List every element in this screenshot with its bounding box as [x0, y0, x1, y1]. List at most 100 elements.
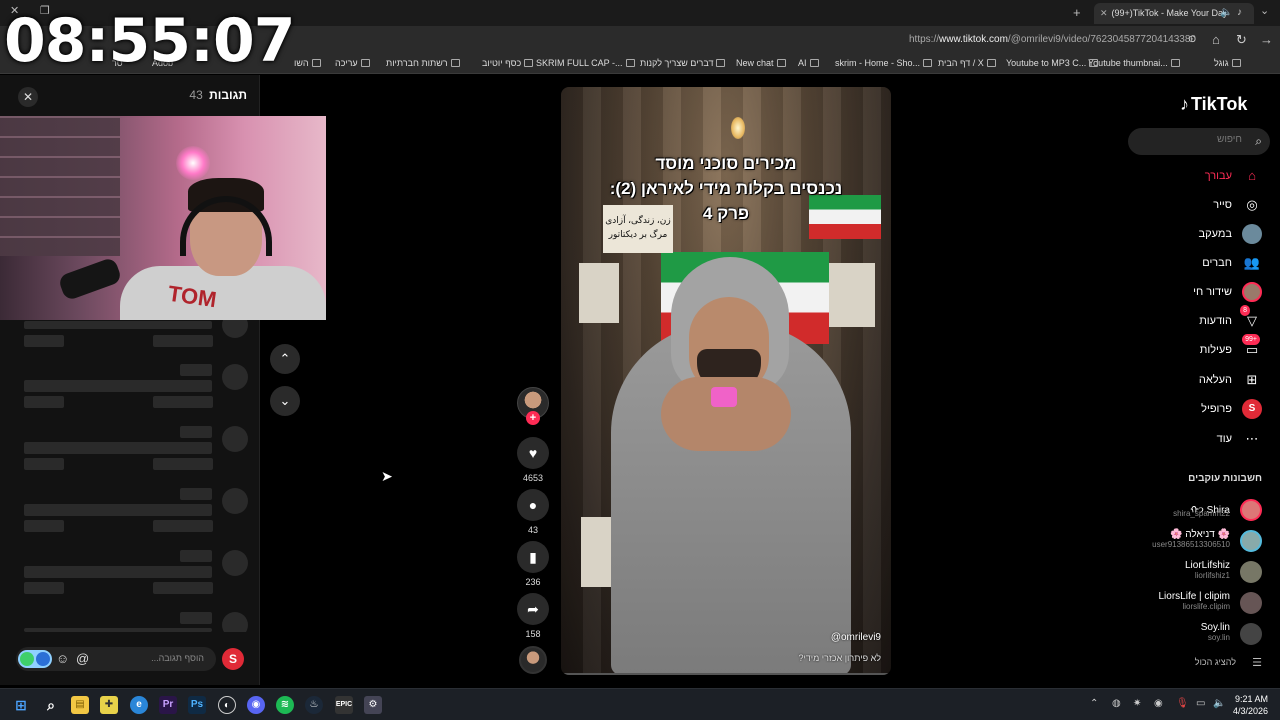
nav-more[interactable]: עוד ⋯: [1112, 429, 1262, 451]
comment-bubble-icon: ●: [528, 497, 538, 513]
nav-upload[interactable]: העלאה ⊞: [1112, 370, 1262, 392]
save-count: 236: [525, 577, 541, 587]
tray-display-icon[interactable]: ▭: [1196, 698, 1205, 709]
app-circle-icon[interactable]: ◐: [218, 696, 236, 714]
reload-icon[interactable]: ↻: [1236, 32, 1247, 48]
tray-mic-icon[interactable]: 🎙: [1176, 698, 1189, 709]
music-disc[interactable]: [519, 646, 547, 674]
follow-button[interactable]: +: [526, 411, 540, 425]
photoshop-icon[interactable]: Ps: [188, 696, 206, 714]
windows-start-icon[interactable]: ⊞: [12, 696, 30, 714]
tray-volume-icon[interactable]: 🔈: [1213, 698, 1225, 709]
following-account[interactable]: ᡣ𐭩 Shira shira_spamm22: [1122, 497, 1262, 523]
bookmark-item[interactable]: רשתות חברתיות: [386, 58, 460, 68]
live-icon: [1242, 282, 1262, 302]
tray-date[interactable]: 4/3/2026: [1226, 706, 1268, 716]
home-icon[interactable]: ⌂: [1212, 32, 1220, 47]
tab-list-chevron-icon[interactable]: ⌄: [1260, 4, 1269, 17]
tray-network-icon[interactable]: ✷: [1133, 698, 1141, 709]
bookmark-item[interactable]: השו: [294, 58, 321, 68]
stream-clock: 08:55:07: [4, 6, 295, 76]
like-count: 4653: [522, 473, 544, 483]
next-video-button[interactable]: ⌄: [270, 386, 300, 416]
following-avatar-icon: [1242, 224, 1262, 244]
skrim-logo-icon[interactable]: S: [222, 648, 244, 670]
new-tab-button[interactable]: +: [1073, 5, 1081, 20]
emoji-icon[interactable]: ☺: [56, 651, 69, 666]
edge-browser-icon[interactable]: e: [130, 696, 148, 714]
bookmark-item[interactable]: New chat: [736, 58, 786, 68]
tab-audio-icon[interactable]: 🔈: [1220, 7, 1232, 18]
bookmark-item[interactable]: עריכה: [335, 58, 370, 68]
video-description: לא פיתרון אכזרי מידי?: [798, 653, 881, 663]
tray-discord-icon[interactable]: ◉: [1154, 698, 1163, 709]
nav-explore[interactable]: סייר ◎: [1112, 195, 1262, 217]
search-icon[interactable]: ⌕: [42, 696, 60, 714]
share-button[interactable]: ➦: [517, 593, 549, 625]
following-account[interactable]: 🌸 דניאלה 🌸 user91386513306510: [1122, 528, 1262, 554]
heart-icon: ♥: [528, 445, 538, 461]
nav-friends[interactable]: חברים 👥: [1112, 253, 1262, 275]
following-account[interactable]: Soy.lin soy.lin: [1122, 621, 1262, 647]
settings-gear-icon[interactable]: ⚙: [364, 696, 382, 714]
url-field[interactable]: https://www.tiktok.com/@omrilevi9/video/…: [909, 34, 1196, 45]
nav-profile[interactable]: פרופיל S: [1112, 399, 1262, 421]
bookmark-item[interactable]: דברים שצריך לקנות: [640, 58, 726, 68]
extension-chip[interactable]: [18, 650, 52, 668]
show-all-link[interactable]: להציג הכול ☰: [1162, 657, 1262, 671]
tab-close-icon[interactable]: ✕: [1100, 8, 1108, 18]
following-account[interactable]: LiorLifshiz liorlifshiz1: [1122, 559, 1262, 585]
avatar: [1240, 592, 1262, 614]
tray-time[interactable]: 9:21 AM: [1226, 694, 1268, 704]
bookmark-item[interactable]: Youtube to MP3 C...: [1006, 58, 1099, 68]
tray-app-icon[interactable]: ◍: [1112, 698, 1121, 709]
bookmark-item[interactable]: skrim - Home - Sho...: [835, 58, 933, 68]
bookmark-item[interactable]: כסף יוטיוב: [482, 58, 534, 68]
comment-skeleton: [0, 550, 260, 610]
nav-following[interactable]: במעקב: [1112, 224, 1262, 246]
chevron-down-icon: ⌄: [279, 393, 291, 408]
video-progress-bar[interactable]: [561, 673, 891, 675]
comments-count: 43: [189, 88, 203, 102]
nav-for-you[interactable]: עבורך ⌂: [1112, 166, 1262, 188]
extension-blue-icon: [36, 652, 50, 666]
file-explorer-icon[interactable]: ▤: [71, 696, 89, 714]
url-prefix: https://: [909, 34, 940, 45]
bookmark-item[interactable]: גוגל: [1214, 58, 1241, 68]
nav-activity[interactable]: פעילות ▭ 99+: [1112, 334, 1262, 362]
forward-icon[interactable]: →: [1260, 32, 1273, 47]
discord-icon[interactable]: ◉: [247, 696, 265, 714]
tray-chevron-up-icon[interactable]: ⌃: [1090, 698, 1098, 709]
nav-messages[interactable]: הודעות ▽ 8: [1112, 305, 1262, 333]
steam-icon[interactable]: ♨: [305, 696, 323, 714]
save-button[interactable]: ▮: [517, 541, 549, 573]
bookmark-item[interactable]: Youtube thumbnai...: [1088, 58, 1180, 68]
video-player[interactable]: زن، زندگی، آزادی مرگ بر دیکتاتور מכירים ס…: [561, 87, 891, 675]
previous-video-button[interactable]: ⌃: [270, 344, 300, 374]
tab-title: (99+)TikTok - Make Your Day: [1111, 8, 1228, 18]
search-icon[interactable]: ⌕: [1255, 134, 1262, 149]
app-puzzle-icon[interactable]: ✚: [100, 696, 118, 714]
premiere-pro-icon[interactable]: Pr: [159, 696, 177, 714]
tiktok-logo[interactable]: ♪ TikTok: [1180, 94, 1247, 115]
friends-icon: 👥: [1243, 255, 1261, 270]
nav-live[interactable]: שידור חי: [1112, 282, 1262, 304]
upload-icon: ⊞: [1246, 372, 1258, 387]
spotify-icon[interactable]: ≋: [276, 696, 294, 714]
like-button[interactable]: ♥: [517, 437, 549, 469]
activity-badge: 99+: [1242, 334, 1260, 345]
following-account[interactable]: LiorsLife | clipim liorslife.clipim: [1122, 590, 1262, 616]
close-comments-button[interactable]: ✕: [18, 87, 38, 107]
tab-tiktok-icon: ♪: [1237, 7, 1242, 18]
site-info-icon[interactable]: ⊙: [1188, 34, 1196, 45]
comment-button[interactable]: ●: [517, 489, 549, 521]
bookmark-item[interactable]: SKRIM FULL CAP -...: [536, 58, 635, 68]
video-author[interactable]: @omrilevi9: [831, 632, 881, 643]
avatar: [1240, 530, 1262, 552]
mention-at-icon[interactable]: @: [76, 651, 89, 666]
url-path: /@omrilevi9/video/7623045877204143380: [1007, 34, 1196, 45]
search-input[interactable]: [1138, 134, 1242, 145]
bookmark-item[interactable]: AI: [798, 58, 819, 68]
bookmark-item[interactable]: דף הבית / X: [938, 58, 996, 68]
epic-games-icon[interactable]: EPIC: [335, 696, 353, 714]
